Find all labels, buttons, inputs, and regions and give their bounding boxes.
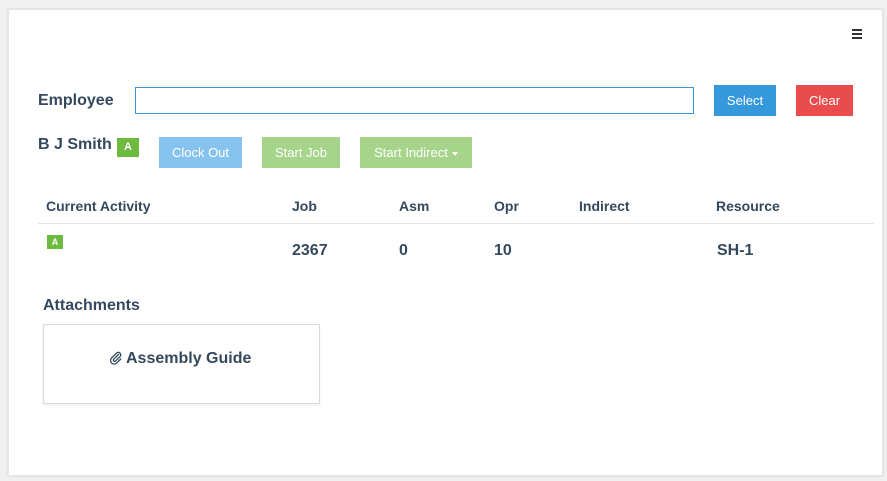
cell-opr: 10 [494, 242, 512, 259]
caret-down-icon [451, 151, 458, 156]
status-badge: A [117, 138, 139, 157]
clear-button[interactable]: Clear [796, 85, 853, 116]
select-button[interactable]: Select [714, 85, 776, 116]
header-job: Job [292, 198, 317, 214]
attachment-title: Assembly Guide [126, 350, 252, 367]
start-indirect-label: Start Indirect [374, 145, 448, 160]
header-opr: Opr [494, 198, 519, 214]
header-asm: Asm [399, 198, 430, 214]
employee-name: B J Smith [38, 136, 112, 153]
activity-status-badge: A [47, 235, 63, 249]
cell-job: 2367 [292, 242, 328, 259]
employee-label: Employee [38, 92, 114, 109]
start-indirect-button[interactable]: Start Indirect [360, 137, 472, 168]
hamburger-menu-icon[interactable] [852, 29, 862, 39]
clock-out-button[interactable]: Clock Out [159, 137, 242, 168]
cell-resource: SH-1 [717, 242, 754, 259]
attachment-card[interactable]: Assembly Guide [43, 324, 320, 404]
cell-asm: 0 [399, 242, 408, 259]
start-job-button[interactable]: Start Job [262, 137, 340, 168]
paperclip-icon [109, 351, 122, 365]
attachments-heading: Attachments [43, 297, 140, 314]
header-current-activity: Current Activity [46, 198, 151, 214]
header-resource: Resource [716, 198, 780, 214]
header-indirect: Indirect [579, 198, 630, 214]
table-divider [38, 223, 874, 224]
employee-input[interactable] [135, 87, 694, 114]
attachment-link[interactable]: Assembly Guide [109, 350, 251, 368]
main-card: Employee Select Clear B J Smith A Clock … [8, 9, 883, 476]
